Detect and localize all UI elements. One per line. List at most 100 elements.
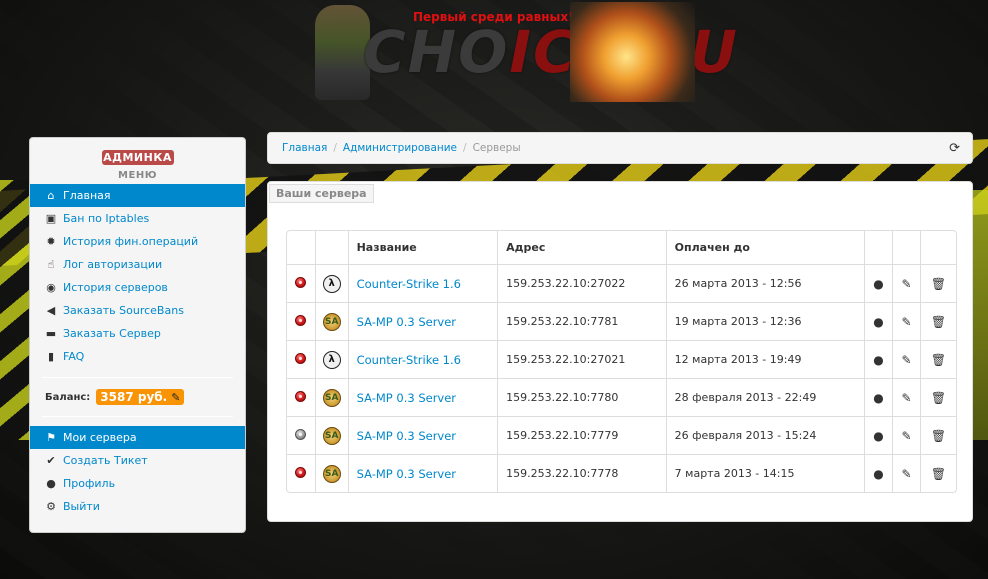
hdd-icon: ▬ [45,327,57,340]
action-cell: ● [864,340,893,378]
sidebar-item[interactable]: ▮ FAQ [30,345,245,368]
sidebar-item[interactable]: ☝ Лог авторизации [30,253,245,276]
pencil-icon[interactable]: ✎ [901,315,911,329]
status-cell [287,416,315,454]
user-icon[interactable]: ● [873,353,883,367]
sidebar-item-label: Бан по Iptables [63,212,150,225]
pencil-icon[interactable]: ✎ [901,277,911,291]
user-icon[interactable]: ● [873,315,883,329]
trash-icon[interactable]: 🗑 [931,467,946,481]
counter-strike-icon: λ [322,274,341,293]
sidebar-item[interactable]: ✹ История фин.операций [30,230,245,253]
action-cell: ✎ [892,416,921,454]
sidebar-item-label: Лог авторизации [63,258,163,271]
server-name-cell: SA-MP 0.3 Server [347,302,498,340]
trash-icon[interactable]: 🗑 [931,429,946,443]
flag-icon: ⚑ [46,431,56,444]
sidebar-item[interactable]: ⚑ Мои сервера [30,426,245,449]
trash-icon[interactable]: 🗑 [931,391,946,405]
explosion-image [570,2,695,102]
game-cell: SA [314,378,348,416]
breadcrumb-separator: / [333,142,337,154]
action-cell: 🗑 [920,454,956,492]
power-status-icon[interactable] [295,352,307,364]
user-icon[interactable]: ● [873,277,883,291]
site-tagline: Первый среди равных! [413,10,574,24]
paid-until: 26 марта 2013 - 12:56 [665,264,865,302]
pencil-icon[interactable]: ✎ [901,467,911,481]
trash-icon[interactable]: 🗑 [931,353,946,367]
server-name-cell: SA-MP 0.3 Server [347,416,498,454]
samp-icon: SA [322,312,341,331]
server-name-link[interactable]: Counter-Strike 1.6 [357,353,461,367]
server-name-link[interactable]: SA-MP 0.3 Server [357,315,456,329]
table-row: λ Counter-Strike 1.6 159.253.22.10:27022 26… [287,264,956,302]
column-header [287,231,315,264]
sidebar-item-label: Мои сервера [63,431,137,444]
lock-icon: ▣ [45,212,57,225]
user-icon[interactable]: ● [873,429,883,443]
sidebar-item[interactable]: ⌂ Главная [30,184,245,207]
soldier-image [315,5,370,100]
table-row: λ Counter-Strike 1.6 159.253.22.10:27021 12… [287,340,956,378]
pencil-icon[interactable]: ✎ [901,391,911,405]
status-cell [287,302,315,340]
server-name-link[interactable]: SA-MP 0.3 Server [357,391,456,405]
sidebar-item-label: FAQ [63,350,85,363]
menu-header: МЕНЮ [118,170,157,181]
power-status-icon[interactable] [295,314,307,326]
sidebar-item[interactable]: ▣ Бан по Iptables [30,207,245,230]
sidebar-item-label: Выйти [63,500,100,513]
column-header [892,231,920,264]
status-cell [287,454,315,492]
power-status-icon[interactable] [295,466,307,478]
action-cell: ✎ [892,264,921,302]
power-status-icon[interactable] [295,390,307,402]
refresh-icon[interactable]: ⟳ [949,141,960,156]
sidebar-item[interactable]: ◀ Заказать SourceBans [30,299,245,322]
power-status-icon[interactable] [295,276,307,288]
table-row: SA SA-MP 0.3 Server 159.253.22.10:7779 26 ф… [287,416,956,454]
sidebar-item[interactable]: ● Профиль [30,472,245,495]
divider [42,416,233,417]
pencil-icon[interactable]: ✎ [901,429,911,443]
action-cell: 🗑 [920,340,956,378]
sidebar-item-label: Заказать Сервер [63,327,161,340]
action-cell: 🗑 [920,264,956,302]
game-cell: SA [314,416,348,454]
sidebar-item-label: История серверов [63,281,168,294]
power-status-icon[interactable] [295,428,307,440]
user-icon[interactable]: ● [873,391,883,405]
sidebar-item[interactable]: ◉ История серверов [30,276,245,299]
bullhorn-icon: ◀ [46,304,56,317]
server-name-cell: Counter-Strike 1.6 [347,264,498,302]
pencil-icon[interactable]: ✎ [901,353,911,367]
balance-label: Баланс: [45,391,91,403]
sidebar-item-label: Главная [63,189,111,202]
samp-icon: SA [322,464,341,483]
site-banner: CHOICE.RU Первый среди равных! [305,0,737,105]
trash-icon[interactable]: 🗑 [931,277,946,291]
game-cell: SA [314,302,348,340]
server-name-link[interactable]: SA-MP 0.3 Server [357,429,456,443]
table-row: SA SA-MP 0.3 Server 159.253.22.10:7781 19 м… [287,302,956,340]
user-icon: ● [46,477,56,490]
divider [42,377,233,378]
server-name-link[interactable]: SA-MP 0.3 Server [357,467,456,481]
column-header: Адрес [497,231,666,264]
server-address: 159.253.22.10:7780 [497,378,666,416]
sidebar-item[interactable]: ✔ Создать Тикет [30,449,245,472]
user-icon[interactable]: ● [873,467,883,481]
sidebar-item-label: Создать Тикет [63,454,148,467]
samp-icon: SA [322,426,341,445]
server-name-link[interactable]: Counter-Strike 1.6 [357,277,461,291]
sidebar-item[interactable]: ⚙ Выйти [30,495,245,518]
balance-badge[interactable]: 3587 руб. ✎ [96,389,185,405]
action-cell: ● [864,416,893,454]
breadcrumb-home[interactable]: Главная [282,142,327,154]
breadcrumb-admin[interactable]: Администрирование [343,142,457,154]
trash-icon[interactable]: 🗑 [931,315,946,329]
action-cell: ✎ [892,378,921,416]
sidebar-item[interactable]: ▬ Заказать Сервер [30,322,245,345]
server-address: 159.253.22.10:7779 [497,416,666,454]
